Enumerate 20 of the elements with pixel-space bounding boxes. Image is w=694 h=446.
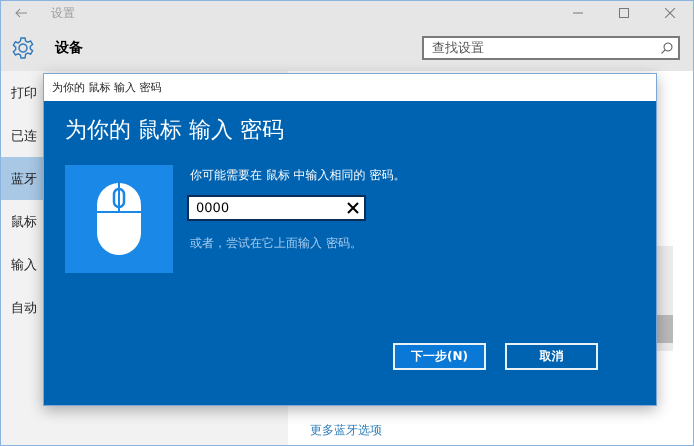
close-icon[interactable] [665, 8, 675, 18]
cancel-button[interactable]: 取消 [505, 343, 598, 370]
instruction-text: 你可能需要在 鼠标 中输入相同的 密码。 [190, 167, 406, 184]
maximize-icon[interactable] [619, 8, 629, 18]
hint-text: 或者，尝试在它上面输入 密码。 [190, 235, 363, 252]
mouse-icon [97, 183, 141, 255]
clear-icon[interactable] [347, 202, 359, 214]
window-title: 设置 [51, 4, 76, 22]
next-button[interactable]: 下一步(N) [393, 343, 486, 370]
search-field[interactable]: 查找设置 [422, 36, 680, 60]
scrollbar[interactable] [656, 246, 673, 351]
dialog-heading: 为你的 鼠标 输入 密码 [65, 117, 285, 145]
search-icon[interactable] [661, 42, 673, 54]
page-title: 设备 [55, 39, 84, 57]
bluetooth-options-link[interactable]: 更多蓝牙选项 [310, 422, 693, 439]
settings-icon [11, 36, 35, 60]
minimize-icon[interactable] [573, 12, 583, 14]
pin-field[interactable]: 0000 [187, 195, 366, 221]
back-icon[interactable] [15, 8, 27, 18]
dialog-title: 为你的 鼠标 输入 密码 [52, 80, 162, 95]
